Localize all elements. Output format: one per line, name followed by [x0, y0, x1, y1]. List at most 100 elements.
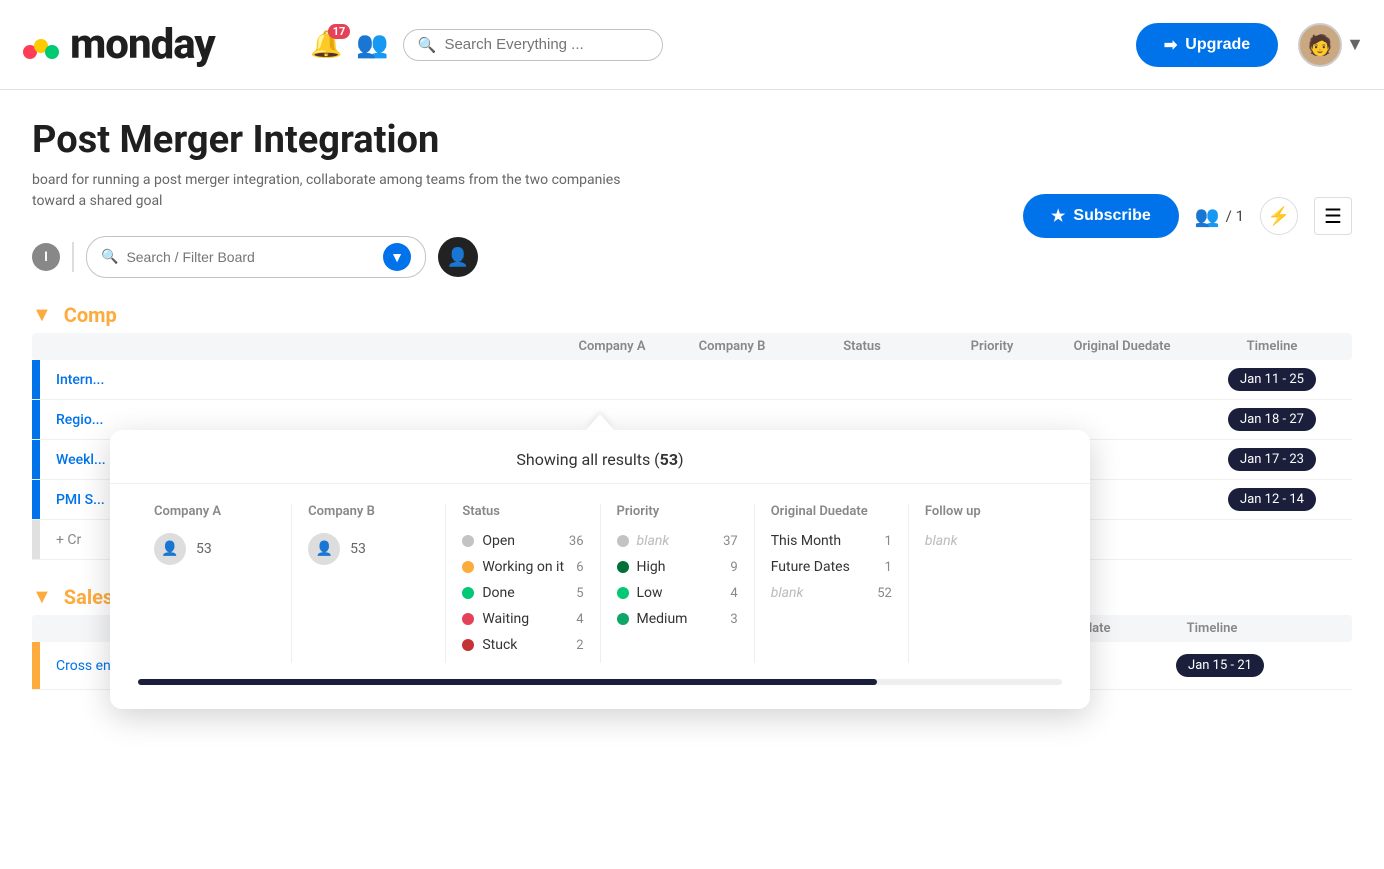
activity-icon-button[interactable]: ⚡: [1260, 197, 1298, 235]
dot-stuck: [462, 639, 474, 651]
popup-header-text: Showing all results (53): [516, 450, 683, 469]
person-filter-button[interactable]: 👤: [438, 237, 478, 277]
popup-compb-avatar: 👤: [308, 533, 340, 565]
menu-icon-button[interactable]: ☰: [1314, 197, 1352, 235]
sales-row-accent: [32, 642, 40, 689]
add-row-label[interactable]: + Cr: [40, 532, 81, 548]
toolbar-divider: [72, 242, 74, 272]
filter-dropdown-button[interactable]: ▼: [383, 243, 411, 271]
popup-col-followup-title: Follow up: [925, 504, 1046, 519]
row-accent: [32, 400, 40, 439]
popup-col-a-title: Company A: [154, 504, 275, 519]
duedate-blank-label: blank: [771, 585, 804, 601]
members-icon: 👥: [1195, 204, 1220, 228]
sales-group-title: Sales: [64, 585, 113, 609]
dot-working: [462, 561, 474, 573]
popup-priority-high[interactable]: High 9: [617, 559, 738, 575]
bell-badge: 17: [328, 24, 351, 39]
priority-label-low: Low: [637, 585, 723, 601]
dot-open: [462, 535, 474, 547]
popup-total: 53: [660, 450, 678, 469]
popup-col-company-a: Company A 👤 53: [138, 504, 292, 663]
group-chevron-comp[interactable]: ▼: [32, 302, 52, 327]
status-label-stuck: Stuck: [482, 637, 568, 653]
status-count-done: 5: [576, 586, 583, 601]
monday-logo-icon: [20, 24, 62, 66]
popup-status-waiting[interactable]: Waiting 4: [462, 611, 583, 627]
popup-compb-row: 👤 53: [308, 533, 429, 565]
popup-col-duedate: Original Duedate This Month 1 Future Dat…: [755, 504, 909, 663]
popup-duedate-blank[interactable]: blank 52: [771, 585, 892, 601]
popup-status-stuck[interactable]: Stuck 2: [462, 637, 583, 653]
members-button[interactable]: 👥 / 1: [1195, 204, 1244, 228]
dot-high: [617, 561, 629, 573]
subscribe-button[interactable]: ★ Subscribe: [1023, 194, 1179, 238]
col-header-timeline: Timeline: [1192, 339, 1352, 354]
people-icon-button[interactable]: 👥: [356, 30, 388, 60]
filter-popup: Showing all results (53) Company A 👤 53 …: [110, 430, 1090, 709]
row-timeline-3: Jan 17 - 23: [1192, 448, 1352, 471]
timeline-badge-1: Jan 11 - 25: [1228, 368, 1316, 391]
timeline-badge-4: Jan 12 - 14: [1228, 488, 1316, 511]
duedate-blank-count: 52: [877, 586, 892, 601]
status-count-open: 36: [569, 534, 584, 549]
priority-label-high: High: [637, 559, 723, 575]
popup-status-working[interactable]: Working on it 6: [462, 559, 583, 575]
popup-col-status: Status Open 36 Working on it 6 Done 5: [446, 504, 600, 663]
priority-count-blank: 37: [723, 534, 738, 549]
priority-label-blank: blank: [637, 533, 716, 549]
col-header-priority: Priority: [932, 339, 1052, 354]
popup-scrollbar-thumb[interactable]: [138, 679, 877, 685]
page-header-actions: ★ Subscribe 👥 / 1 ⚡ ☰: [1023, 194, 1352, 238]
popup-col-followup: Follow up blank: [909, 504, 1062, 663]
avatar-dropdown-icon[interactable]: ▼: [1346, 34, 1364, 55]
popup-duedate-future[interactable]: Future Dates 1: [771, 559, 892, 575]
col-header-company-b: Company B: [672, 339, 792, 354]
popup-status-done[interactable]: Done 5: [462, 585, 583, 601]
duedate-thismonth-count: 1: [885, 534, 892, 549]
popup-priority-medium[interactable]: Medium 3: [617, 611, 738, 627]
duedate-thismonth-label: This Month: [771, 533, 841, 549]
sales-chevron[interactable]: ▼: [32, 584, 52, 609]
duedate-future-count: 1: [885, 560, 892, 575]
logo-area: monday: [20, 20, 290, 69]
popup-header: Showing all results (53): [110, 430, 1090, 484]
priority-label-medium: Medium: [637, 611, 723, 627]
sales-timeline-badge: Jan 15 - 21: [1176, 654, 1264, 677]
priority-count-low: 4: [730, 586, 737, 601]
popup-col-priority: Priority blank 37 High 9 Low 4: [601, 504, 755, 663]
status-label-working: Working on it: [482, 559, 568, 575]
row-name-regio[interactable]: Regio...: [40, 412, 480, 428]
col-headers: Company A Company B Status Priority Orig…: [32, 333, 1352, 360]
popup-scrollbar-track: [138, 679, 1062, 685]
row-timeline-4: Jan 12 - 14: [1192, 488, 1352, 511]
search-input[interactable]: [444, 36, 624, 53]
row-name-intern[interactable]: Intern...: [40, 372, 480, 388]
popup-col-priority-title: Priority: [617, 504, 738, 519]
popup-priority-blank[interactable]: blank 37: [617, 533, 738, 549]
col-header-due: Original Duedate: [1052, 339, 1192, 354]
toolbar-id-badge: I: [32, 243, 60, 271]
dot-waiting: [462, 613, 474, 625]
popup-col-company-b: Company B 👤 53: [292, 504, 446, 663]
group-title-comp: Comp: [64, 303, 117, 327]
timeline-badge-2: Jan 18 - 27: [1228, 408, 1316, 431]
global-search[interactable]: 🔍: [403, 29, 663, 61]
popup-status-open[interactable]: Open 36: [462, 533, 583, 549]
bell-button[interactable]: 🔔 17: [310, 30, 342, 60]
topnav: monday 🔔 17 👥 🔍 ➡ Upgrade 🧑 ▼: [0, 0, 1384, 90]
status-label-waiting: Waiting: [482, 611, 568, 627]
user-avatar-wrap[interactable]: 🧑 ▼: [1298, 23, 1364, 67]
dot-low: [617, 587, 629, 599]
person-filter-icon: 👤: [447, 247, 469, 268]
status-label-open: Open: [482, 533, 561, 549]
popup-priority-low[interactable]: Low 4: [617, 585, 738, 601]
group-header-comp: ▼ Comp: [32, 294, 1352, 333]
status-count-working: 6: [576, 560, 583, 575]
col-header-company-a: Company A: [552, 339, 672, 354]
filter-search-bar[interactable]: 🔍 ▼: [86, 236, 426, 278]
filter-search-input[interactable]: [126, 249, 375, 265]
logo-text: monday: [70, 20, 215, 69]
upgrade-button[interactable]: ➡ Upgrade: [1136, 23, 1278, 67]
popup-duedate-thismonth[interactable]: This Month 1: [771, 533, 892, 549]
